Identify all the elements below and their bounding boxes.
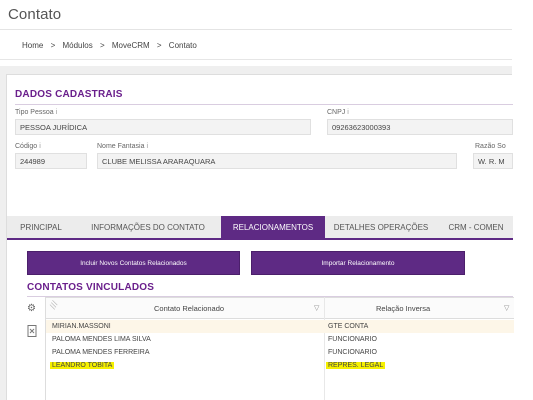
export-file-icon[interactable] xyxy=(27,325,38,340)
page-title: Contato xyxy=(8,6,62,23)
section-title-contatos: CONTATOS VINCULADOS xyxy=(27,282,155,293)
column-resize-icon: /// xyxy=(47,299,60,311)
codigo-field[interactable]: 244989 xyxy=(15,153,87,169)
tab-relacionamentos[interactable]: RELACIONAMENTOS xyxy=(221,216,325,238)
cell-relacao: GTE CONTA xyxy=(328,323,369,330)
cell-relacao: FUNCIONARIO xyxy=(328,349,377,356)
cnpj-field[interactable]: 09263623000393 xyxy=(327,119,513,135)
razao-social-field[interactable]: W. R. M xyxy=(473,153,513,169)
tab-bar: PRINCIPAL INFORMAÇÕES DO CONTATO RELACIO… xyxy=(7,216,513,240)
column-header-contato[interactable]: Contato Relacionado xyxy=(154,304,224,313)
contact-card: DADOS CADASTRAIS Tipo Pessoa i PESSOA JUR… xyxy=(6,74,514,400)
tipo-pessoa-label-text: Tipo Pessoa xyxy=(15,109,54,116)
cnpj-label-text: CNPJ xyxy=(327,109,346,116)
table-row[interactable]: PALOMA MENDES LIMA SILVA FUNCIONARIO xyxy=(46,333,514,346)
razao-social-label: Razão So xyxy=(475,143,506,150)
cell-contato: PALOMA MENDES FERREIRA xyxy=(52,349,150,356)
tipo-pessoa-label: Tipo Pessoa i xyxy=(15,109,57,116)
breadcrumb-home[interactable]: Home xyxy=(22,41,43,50)
info-icon: i xyxy=(55,109,58,116)
breadcrumb-separator: > xyxy=(156,41,162,50)
grid-toolbar: ⚙ xyxy=(19,303,45,400)
incluir-contatos-button[interactable]: Incluir Novos Contatos Relacionados xyxy=(27,251,240,275)
table-row[interactable]: PALOMA MENDES FERREIRA FUNCIONARIO xyxy=(46,346,514,359)
cell-contato-highlighted: LEANDRO TOBITA xyxy=(50,362,115,369)
tab-principal[interactable]: PRINCIPAL xyxy=(7,216,75,238)
breadcrumb-contato: Contato xyxy=(168,41,197,50)
cell-contato: PALOMA MENDES LIMA SILVA xyxy=(52,336,151,343)
cnpj-label: CNPJ i xyxy=(327,109,349,116)
content-area: DADOS CADASTRAIS Tipo Pessoa i PESSOA JUR… xyxy=(0,66,514,400)
section-title-dados: DADOS CADASTRAIS xyxy=(15,89,123,100)
export-file-svg xyxy=(27,325,37,337)
tipo-pessoa-field[interactable]: PESSOA JURÍDICA xyxy=(15,119,311,135)
cell-contato: MIRIAN.MASSONI xyxy=(52,323,111,330)
tab-informacoes-contato[interactable]: INFORMAÇÕES DO CONTATO xyxy=(75,216,221,238)
filter-icon[interactable]: ▽ xyxy=(314,304,319,312)
importar-relacionamento-button[interactable]: Importar Relacionamento xyxy=(251,251,465,275)
nome-fantasia-label: Nome Fantasia i xyxy=(97,143,148,150)
info-icon: i xyxy=(146,143,149,150)
cell-relacao: FUNCIONARIO xyxy=(328,336,377,343)
breadcrumb-separator: > xyxy=(99,41,105,50)
contatos-grid: /// Contato Relacionado ▽ Relação Invers… xyxy=(45,297,514,400)
codigo-label-text: Código xyxy=(15,143,38,150)
breadcrumb-movecrm[interactable]: MoveCRM xyxy=(112,41,150,50)
info-icon: i xyxy=(39,143,41,150)
nome-fantasia-field[interactable]: CLUBE MELISSA ARARAQUARA xyxy=(97,153,457,169)
table-row[interactable]: MIRIAN.MASSONI GTE CONTA xyxy=(46,320,514,333)
breadcrumb-separator: > xyxy=(50,41,56,50)
column-header-relacao[interactable]: Relação Inversa xyxy=(376,304,430,313)
tab-crm-comen[interactable]: CRM - COMEN xyxy=(439,216,513,238)
codigo-label: Código i xyxy=(15,143,41,150)
table-row[interactable]: LEANDRO TOBITA REPRES. LEGAL xyxy=(46,359,514,372)
breadcrumb-modulos[interactable]: Módulos xyxy=(62,41,92,50)
grid-header: /// Contato Relacionado ▽ Relação Invers… xyxy=(46,297,514,319)
nome-fantasia-label-text: Nome Fantasia xyxy=(97,143,145,150)
section-divider xyxy=(15,104,513,105)
gear-icon[interactable]: ⚙ xyxy=(27,303,36,314)
page-header: Contato xyxy=(0,0,512,30)
tab-detalhes-operacoes[interactable]: DETALHES OPERAÇÕES xyxy=(325,216,437,238)
cell-relacao-highlighted: REPRES. LEGAL xyxy=(326,362,386,369)
breadcrumb: Home > Módulos > MoveCRM > Contato xyxy=(0,30,512,60)
info-icon: i xyxy=(347,109,349,116)
filter-icon[interactable]: ▽ xyxy=(504,304,509,312)
